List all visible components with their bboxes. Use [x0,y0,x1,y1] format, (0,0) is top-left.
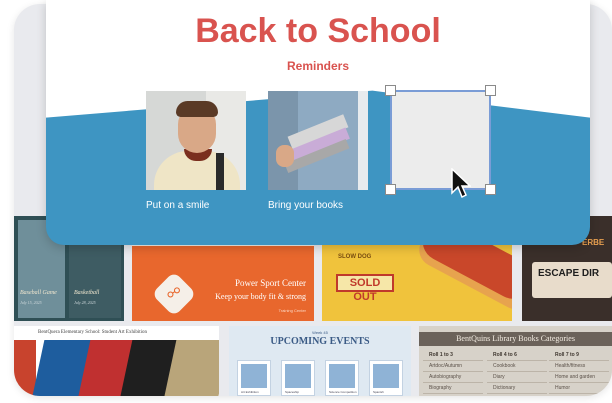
event-card: Art Exhibition [237,360,271,396]
books-column-heading: Roll 7 to 9 [549,350,609,361]
event-card: Spaceship [281,360,315,396]
books-row: Biography [423,383,483,394]
student-smile-photo[interactable] [146,91,246,190]
resize-handle-bottom-left[interactable] [385,184,396,195]
books-column: Roll 4 to 6 Cookbook Diary Dictionary [487,350,547,394]
art-panel-red [14,340,36,396]
baseball-date: July 15, 2025 [20,300,42,305]
empty-image-placeholder[interactable] [390,90,491,190]
resize-handle-top-right[interactable] [485,85,496,96]
books-column-heading: Roll 4 to 6 [487,350,547,361]
canvas-stage: Baseball Game Basketball July 15, 2025 J… [0,0,612,403]
power-small-text: Training Center [278,308,306,313]
books-row: Diary [487,372,547,383]
events-title: UPCOMING EVENTS [270,336,370,347]
photo-caption-books[interactable]: Bring your books [268,200,343,211]
books-row: Dictionary [487,383,547,394]
books-column-heading: Roll 1 to 3 [423,350,483,361]
books-row: Humor [549,383,609,394]
escape-sign: ESCAPE DIR [532,262,612,298]
resize-handle-bottom-right[interactable] [485,184,496,195]
template-upcoming-events[interactable]: Week 45 UPCOMING EVENTS Art Exhibition S… [229,326,411,396]
resize-handle-top-left[interactable] [385,85,396,96]
power-tagline: Keep your body fit & strong [215,292,306,301]
backpack-strap [216,153,224,190]
books-row: Home and garden [549,372,609,383]
event-card-label: Science Competition [329,390,357,394]
escape-sign-text: ESCAPE DIR [538,268,600,279]
photo-caption-smile[interactable]: Put on a smile [146,200,209,211]
power-title: Power Sport Center [235,278,306,288]
card-subtitle[interactable]: Reminders [46,59,590,73]
books-row: Artdoc/Autumn [423,361,483,372]
events-week: Week 45 [312,330,328,335]
escape-top-text: ERBE [582,238,605,247]
books-row: Autobiography [423,372,483,383]
art-header: BentQuera Elementary School: Student Art… [38,330,148,335]
card-title[interactable]: Back to School [46,12,590,51]
baseball-caption: Baseball Game [20,290,57,296]
books-row: Health/fitness [549,361,609,372]
back-to-school-card[interactable]: Back to School Reminders Put on a smile … [46,0,590,245]
hand-shape [276,145,294,167]
template-library-categories[interactable]: BentQuins Library Books Categories Roll … [419,326,612,396]
event-card: Science Competition [325,360,359,396]
basketball-caption: Basketball [74,290,100,296]
books-column: Roll 1 to 3 Artdoc/Autumn Autobiography … [423,350,483,394]
books-photo[interactable] [268,91,368,190]
event-card-label: Spanish [373,390,384,394]
basketball-date: July 28, 2025 [74,300,96,305]
event-card-label: Art Exhibition [241,390,259,394]
books-column: Roll 7 to 9 Health/fitness Home and gard… [549,350,609,394]
hair-shape [176,101,218,117]
event-card: Spanish [369,360,403,396]
books-row: Cookbook [487,361,547,372]
template-art-exhibition[interactable]: BentQuera Elementary School: Student Art… [14,326,219,396]
slow-dog-label: SLOW DOG [338,254,372,260]
sold-out-badge: SOLD OUT [336,274,394,303]
books-header: BentQuins Library Books Categories [419,332,612,346]
mouse-pointer-icon [451,168,471,199]
event-card-label: Spaceship [285,390,300,394]
